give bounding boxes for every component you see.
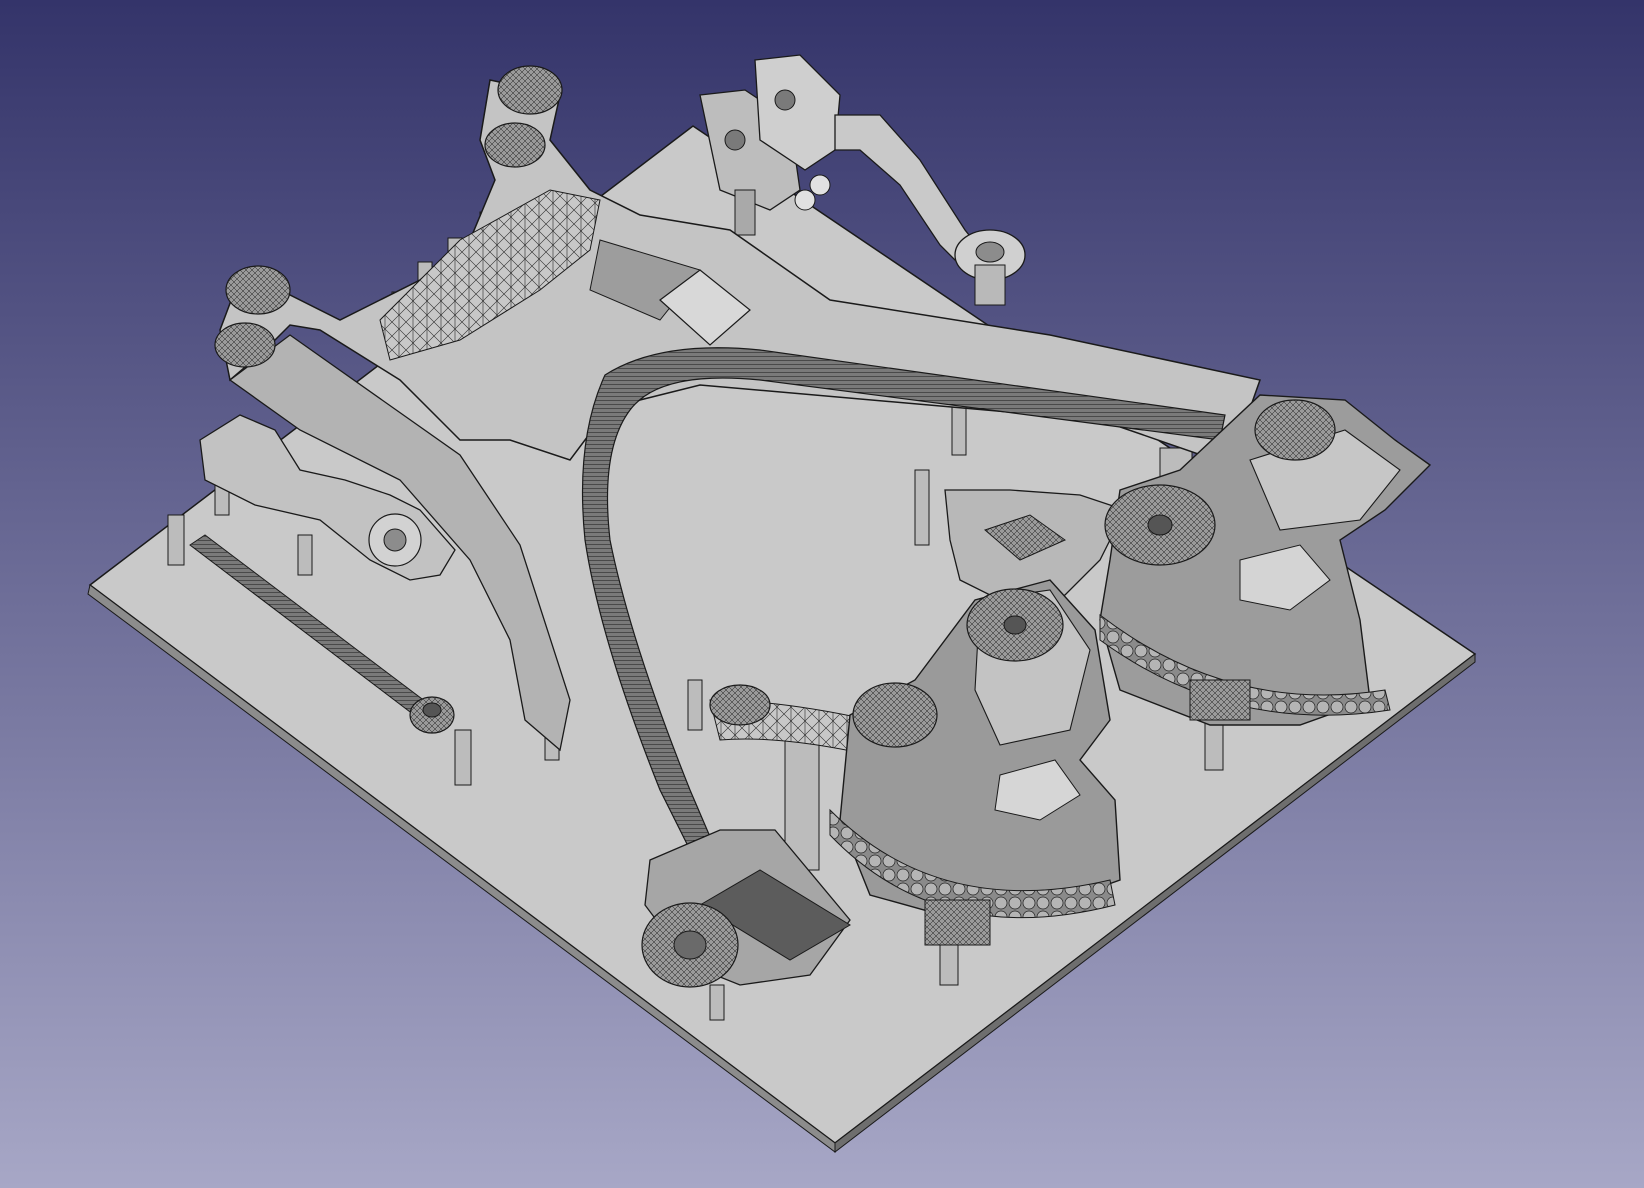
3d-scene[interactable] xyxy=(0,0,1644,1188)
3d-viewport[interactable] xyxy=(0,0,1644,1188)
